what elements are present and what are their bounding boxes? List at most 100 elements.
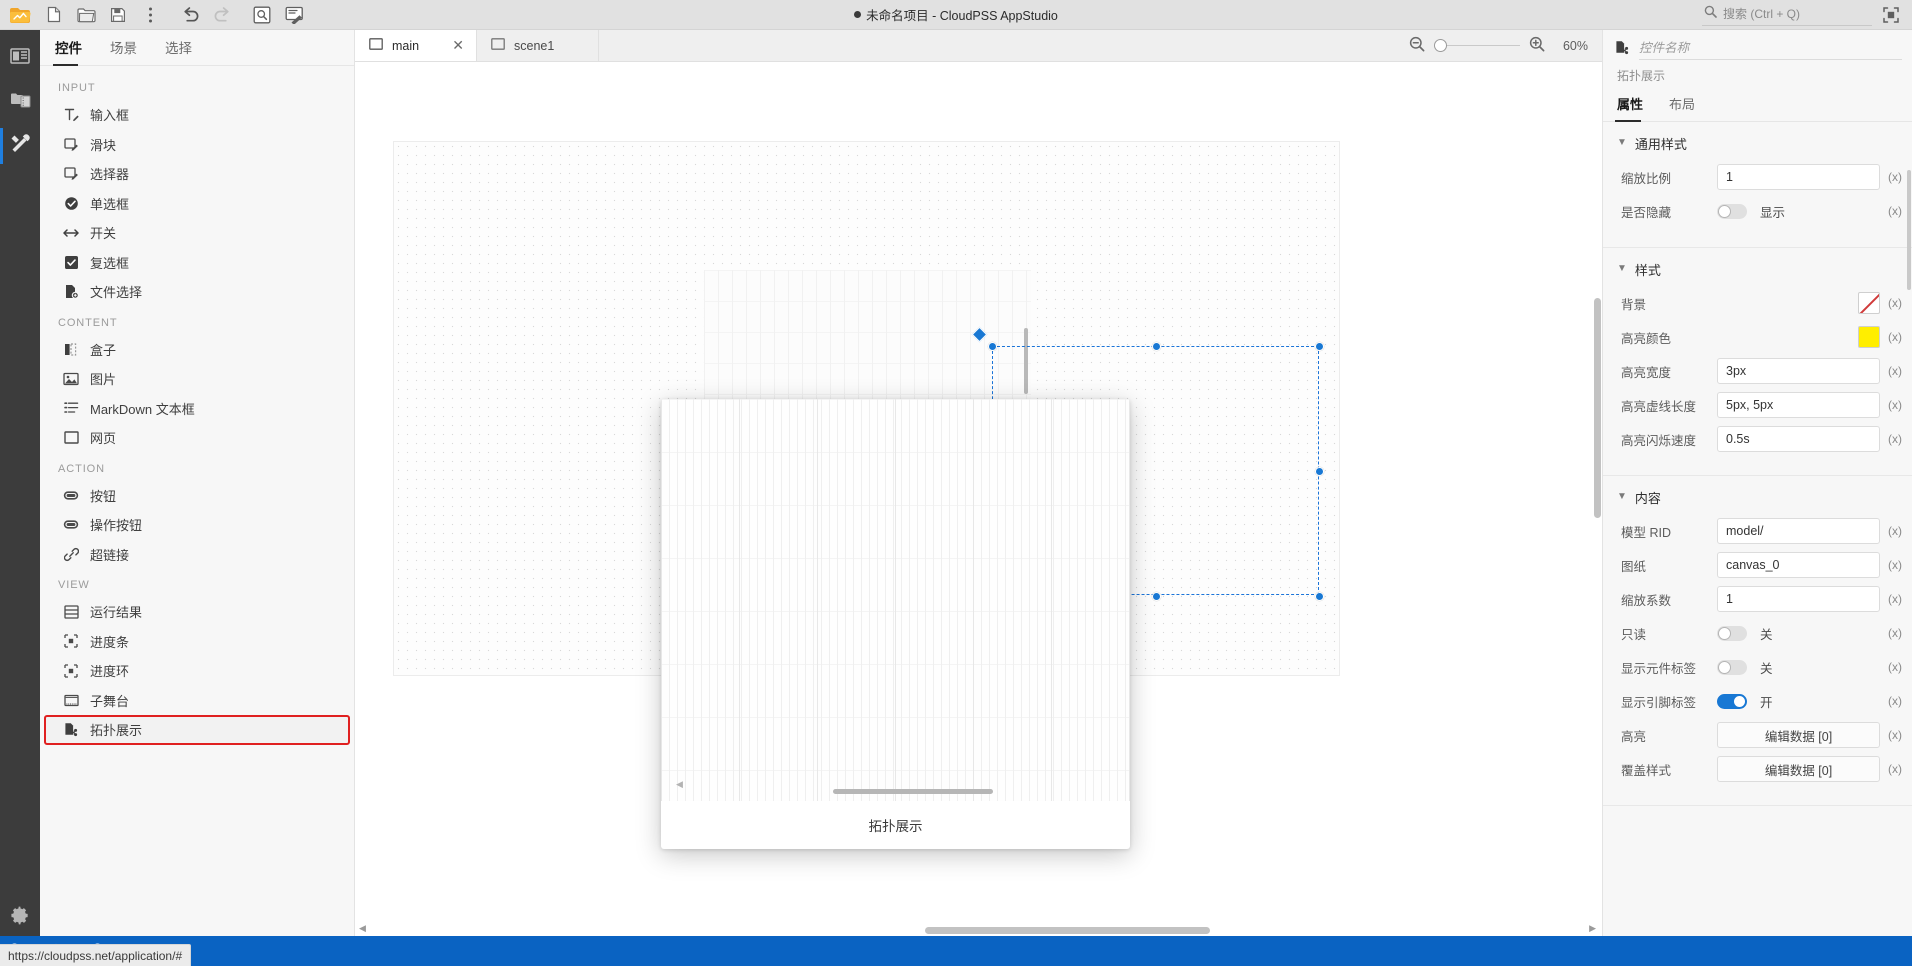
- component-item-topology[interactable]: 拓扑展示: [44, 715, 350, 745]
- new-file-icon[interactable]: [39, 2, 69, 28]
- publish-icon[interactable]: [279, 2, 309, 28]
- highlight-dash-input[interactable]: 5px, 5px: [1717, 392, 1880, 418]
- edit-highlight-data-button[interactable]: 编辑数据 [0]: [1717, 722, 1880, 748]
- rail-item-tools[interactable]: [0, 124, 40, 168]
- component-labels-toggle[interactable]: [1717, 659, 1747, 675]
- component-item-switch[interactable]: 开关: [44, 218, 350, 248]
- edit-override-style-button[interactable]: 编辑数据 [0]: [1717, 756, 1880, 782]
- component-item-result[interactable]: 运行结果: [44, 597, 350, 627]
- component-item-webpage[interactable]: 网页: [44, 423, 350, 453]
- section-body-style: 背景 (x) 高亮颜色 (x) 高亮宽度 3px (x) 高亮虚线长度 5px,…: [1603, 289, 1912, 469]
- property-row-scale-factor: 缩放系数 1 (x): [1603, 585, 1912, 613]
- component-item-box[interactable]: 盒子: [44, 335, 350, 365]
- component-item-radio[interactable]: 单选框: [44, 189, 350, 219]
- expression-toggle-icon[interactable]: (x): [1884, 330, 1906, 344]
- component-item-label: 操作按钮: [90, 518, 143, 534]
- canvas-scroll-left-arrow[interactable]: ◀: [359, 923, 366, 934]
- rail-item-layout[interactable]: [0, 36, 40, 80]
- undo-icon[interactable]: [175, 2, 205, 28]
- section-header-general-style[interactable]: ▼ 通用样式: [1603, 122, 1912, 163]
- component-item-text-input[interactable]: 输入框: [44, 100, 350, 130]
- open-folder-icon[interactable]: [71, 2, 101, 28]
- highlight-width-input[interactable]: 3px: [1717, 358, 1880, 384]
- component-item-markdown[interactable]: MarkDown 文本框: [44, 394, 350, 424]
- widget-name-input[interactable]: [1639, 39, 1902, 60]
- component-item-checkbox[interactable]: 复选框: [44, 248, 350, 278]
- component-item-slider[interactable]: 滑块: [44, 130, 350, 160]
- section-header-content[interactable]: ▼ 内容: [1603, 476, 1912, 517]
- canvas-viewport[interactable]: ◀ 拓扑展示 ◀ ▶: [355, 62, 1602, 936]
- expression-toggle-icon[interactable]: (x): [1884, 694, 1906, 708]
- zoom-in-icon[interactable]: [1529, 36, 1545, 55]
- result-icon: [63, 604, 79, 620]
- zoom-slider-knob[interactable]: [1434, 39, 1447, 52]
- tab-properties[interactable]: 属性: [1615, 94, 1649, 122]
- expression-toggle-icon[interactable]: (x): [1884, 170, 1906, 184]
- highlight-blink-input[interactable]: 0.5s: [1717, 426, 1880, 452]
- readonly-toggle[interactable]: [1717, 625, 1747, 641]
- component-item-label: MarkDown 文本框: [90, 401, 195, 417]
- canvas-horizontal-scrollbar[interactable]: [355, 927, 1584, 934]
- rail-item-settings[interactable]: [0, 896, 40, 940]
- drag-preview-canvas: ◀: [661, 399, 1130, 801]
- expression-toggle-icon[interactable]: (x): [1884, 660, 1906, 674]
- expression-toggle-icon[interactable]: (x): [1884, 364, 1906, 378]
- expression-toggle-icon[interactable]: (x): [1884, 398, 1906, 412]
- global-search[interactable]: [1702, 4, 1872, 26]
- highlight-color-swatch[interactable]: [1858, 326, 1880, 348]
- canvas-horizontal-scroll-thumb[interactable]: [925, 927, 1210, 934]
- preview-icon[interactable]: [247, 2, 277, 28]
- canvas-input[interactable]: canvas_0: [1717, 552, 1880, 578]
- app-logo-icon: [6, 3, 34, 27]
- expression-toggle-icon[interactable]: (x): [1884, 592, 1906, 606]
- section-title: 样式: [1634, 263, 1661, 278]
- pin-labels-toggle[interactable]: [1717, 693, 1747, 709]
- scale-factor-input[interactable]: 1: [1717, 586, 1880, 612]
- expression-toggle-icon[interactable]: (x): [1884, 296, 1906, 310]
- close-icon[interactable]: ✕: [438, 37, 464, 54]
- zoom-out-icon[interactable]: [1409, 36, 1425, 55]
- expression-toggle-icon[interactable]: (x): [1884, 558, 1906, 572]
- component-item-progress-ring[interactable]: 进度环: [44, 656, 350, 686]
- component-item-link[interactable]: 超链接: [44, 540, 350, 570]
- hidden-toggle[interactable]: [1717, 203, 1747, 219]
- component-item-action-button[interactable]: 操作按钮: [44, 510, 350, 540]
- model-rid-input[interactable]: model/: [1717, 518, 1880, 544]
- scale-input[interactable]: 1: [1717, 164, 1880, 190]
- properties-panel: 拓扑展示 属性 布局 ▼ 通用样式 缩放比例 1 (x) 是否隐藏: [1602, 30, 1912, 936]
- background-color-swatch[interactable]: [1858, 292, 1880, 314]
- expression-toggle-icon[interactable]: (x): [1884, 626, 1906, 640]
- switch-icon: [63, 225, 79, 241]
- expression-toggle-icon[interactable]: (x): [1884, 204, 1906, 218]
- expression-toggle-icon[interactable]: (x): [1884, 432, 1906, 446]
- component-item-selector[interactable]: 选择器: [44, 159, 350, 189]
- component-item-button[interactable]: 按钮: [44, 481, 350, 511]
- toolbar-icon-group: [0, 2, 309, 28]
- tab-layout[interactable]: 布局: [1667, 94, 1701, 121]
- expression-toggle-icon[interactable]: (x): [1884, 728, 1906, 742]
- section-header-style[interactable]: ▼ 样式: [1603, 248, 1912, 289]
- canvas-tab-main[interactable]: main ✕: [355, 30, 477, 61]
- expression-toggle-icon[interactable]: (x): [1884, 762, 1906, 776]
- rail-item-media[interactable]: [0, 80, 40, 124]
- canvas-vertical-scrollbar[interactable]: [1594, 98, 1601, 858]
- tab-scenes[interactable]: 场景: [108, 37, 147, 65]
- expression-toggle-icon[interactable]: (x): [1884, 524, 1906, 538]
- component-item-progress-bar[interactable]: 进度条: [44, 627, 350, 657]
- more-options-icon[interactable]: [135, 2, 165, 28]
- tab-selection[interactable]: 选择: [163, 37, 202, 65]
- zoom-slider[interactable]: [1434, 39, 1520, 53]
- component-item-substage[interactable]: 子舞台: [44, 686, 350, 716]
- property-row-highlight-dash: 高亮虚线长度 5px, 5px (x): [1603, 391, 1912, 419]
- properties-scrollbar[interactable]: [1907, 170, 1911, 290]
- tab-widgets[interactable]: 控件: [53, 37, 92, 66]
- canvas-tab-scene1[interactable]: scene1: [477, 30, 599, 61]
- component-item-file-picker[interactable]: 文件选择: [44, 277, 350, 307]
- search-input[interactable]: [1723, 6, 1868, 21]
- component-item-image[interactable]: 图片: [44, 364, 350, 394]
- canvas-vertical-scroll-thumb[interactable]: [1594, 298, 1601, 518]
- save-icon[interactable]: [103, 2, 133, 28]
- canvas-scroll-right-arrow[interactable]: ▶: [1589, 923, 1596, 934]
- topology-vertical-scrollbar[interactable]: [1024, 328, 1028, 394]
- fullscreen-icon[interactable]: [1876, 2, 1906, 28]
